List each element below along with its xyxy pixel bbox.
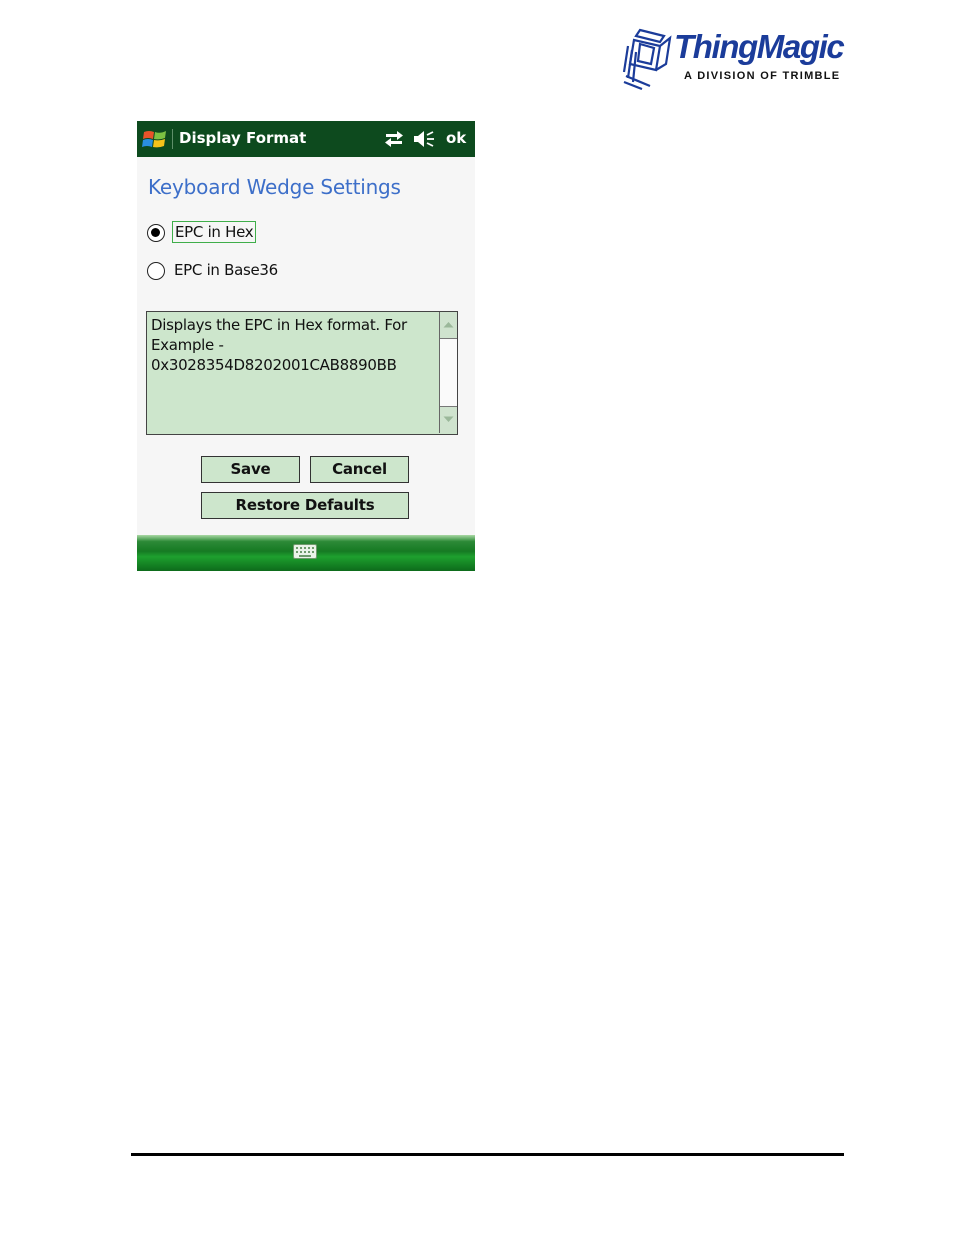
vertical-scrollbar[interactable]: [439, 312, 457, 433]
device-screen: Display Format ok Keyboard Wedge Setting…: [137, 121, 475, 571]
windows-start-icon[interactable]: [142, 128, 168, 152]
ok-button[interactable]: ok: [446, 129, 466, 147]
radio-button-selected[interactable]: [147, 224, 165, 242]
arrow-down-icon: [443, 416, 454, 422]
scroll-down-button[interactable]: [440, 406, 457, 433]
cancel-button[interactable]: Cancel: [310, 456, 409, 483]
title-bar: Display Format ok: [137, 121, 475, 157]
radio-button[interactable]: [147, 262, 165, 280]
thingmagic-cube-icon: [622, 28, 672, 90]
scroll-thumb[interactable]: [440, 339, 457, 406]
radio-label-epc-hex[interactable]: EPC in Hex: [172, 221, 257, 243]
page-title: Keyboard Wedge Settings: [148, 175, 401, 199]
window-title: Display Format: [179, 129, 307, 147]
arrow-up-icon: [443, 322, 454, 328]
thingmagic-logo: ThingMagic A DIVISION OF TRIMBLE: [620, 26, 846, 92]
footer-rule: [131, 1153, 844, 1156]
volume-muted-icon[interactable]: [412, 129, 436, 149]
save-button[interactable]: Save: [201, 456, 300, 483]
logo-tagline: A DIVISION OF TRIMBLE: [684, 70, 841, 82]
restore-defaults-button[interactable]: Restore Defaults: [201, 492, 409, 519]
radio-dot: [151, 228, 160, 237]
connectivity-icon[interactable]: [383, 129, 405, 149]
soft-key-bar: [137, 535, 475, 571]
radio-label-epc-base36[interactable]: EPC in Base36: [172, 260, 280, 280]
keyboard-icon[interactable]: [293, 544, 317, 559]
title-separator: [172, 129, 173, 149]
scroll-up-button[interactable]: [440, 312, 457, 339]
logo-wordmark: ThingMagic: [674, 28, 845, 65]
description-textbox[interactable]: Displays the EPC in Hex format. For Exam…: [146, 311, 458, 435]
description-text: Displays the EPC in Hex format. For Exam…: [151, 316, 407, 374]
